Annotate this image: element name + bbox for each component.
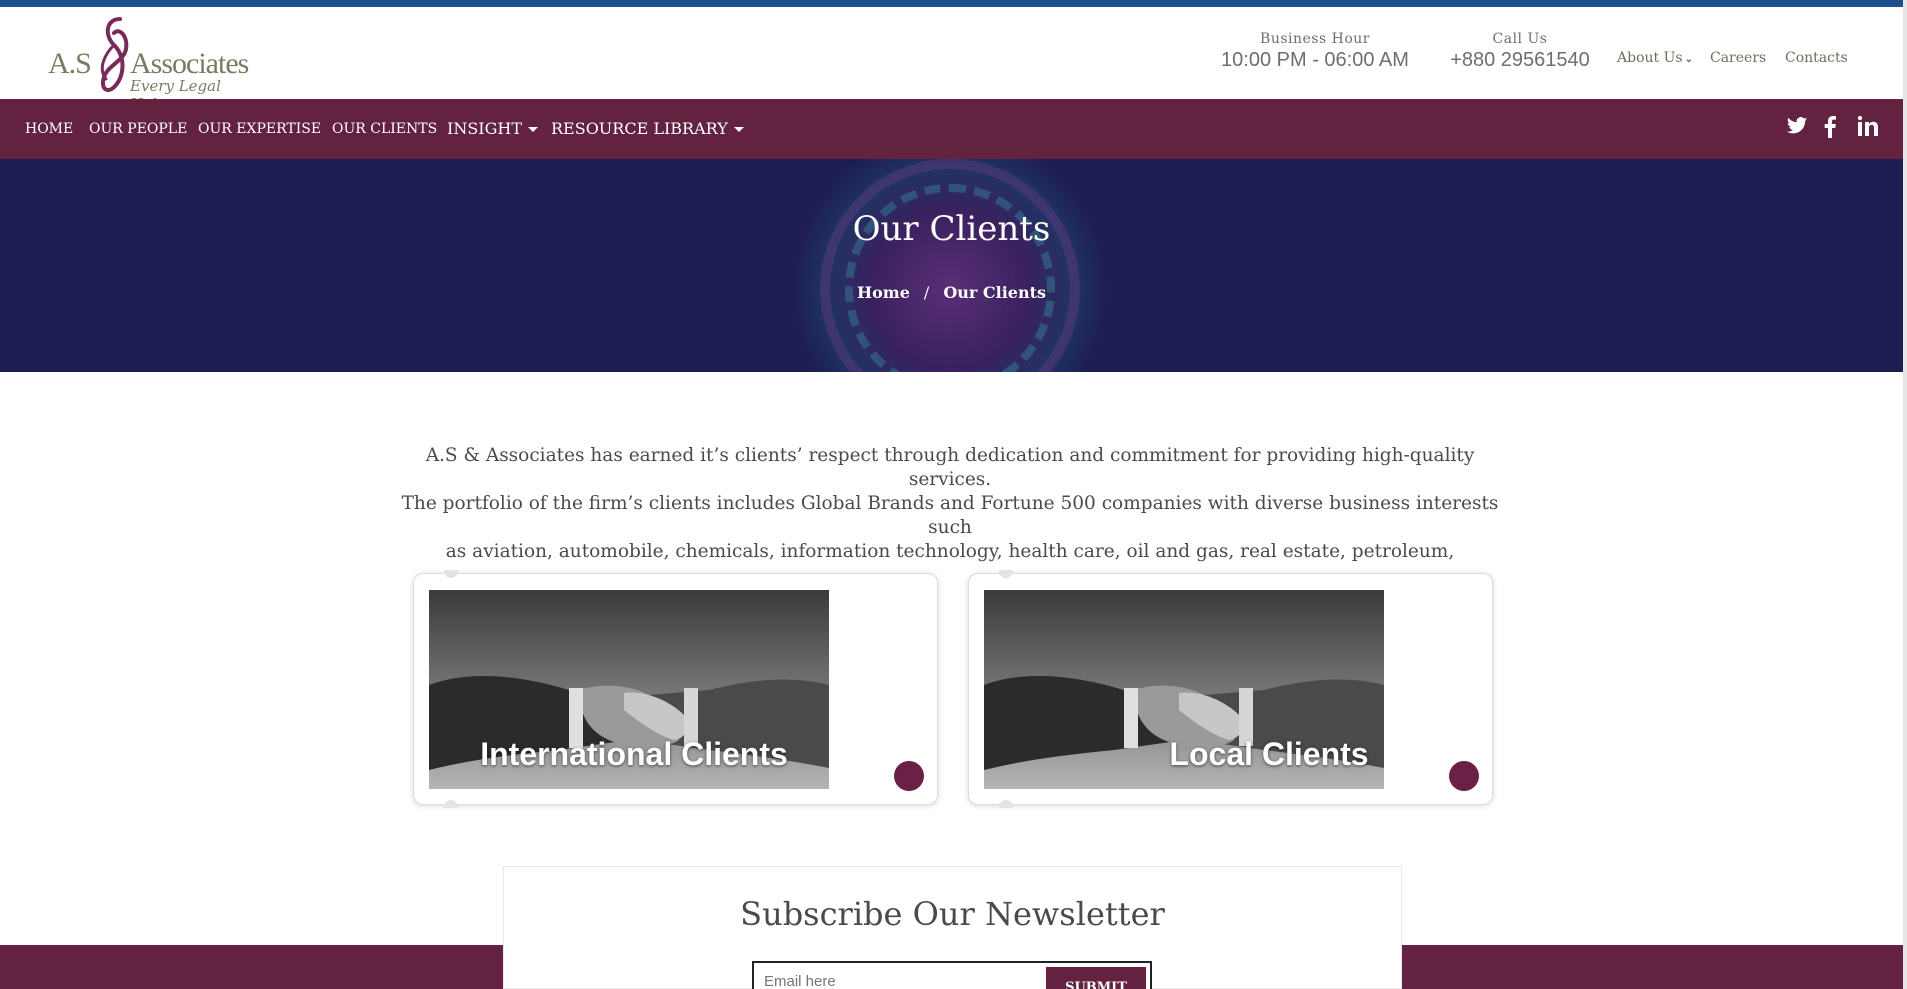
business-hour: Business Hour 10:00 PM - 06:00 AM <box>1215 31 1415 72</box>
contacts-link[interactable]: Contacts <box>1785 50 1848 66</box>
breadcrumb-separator: / <box>923 283 930 302</box>
card-arrow-button[interactable] <box>894 761 924 791</box>
client-card-international[interactable]: International Clients <box>413 570 938 808</box>
nav-resource-library-label: RESOURCE LIBRARY <box>551 119 728 138</box>
nav-item-our-people[interactable]: OUR PEOPLE <box>89 121 187 137</box>
business-hour-label: Business Hour <box>1260 31 1370 47</box>
intro-line: The portfolio of the firm’s clients incl… <box>401 493 1499 538</box>
chevron-down-icon: ⌄ <box>1684 54 1693 65</box>
top-accent-bar <box>0 0 1907 7</box>
ampersand-logo-icon <box>100 17 129 93</box>
site-logo[interactable]: A.S Associates Every Legal Help <box>48 13 258 113</box>
business-hour-value: 10:00 PM - 06:00 AM <box>1221 49 1409 71</box>
logo-text-left: A.S <box>48 47 92 80</box>
nav-item-our-expertise[interactable]: OUR EXPERTISE <box>198 121 321 137</box>
card-arrow-button[interactable] <box>1449 761 1479 791</box>
intro-line: A.S & Associates has earned it’s clients… <box>425 445 1475 490</box>
card-title: International Clients <box>480 736 788 772</box>
intro-line: as aviation, automobile, chemicals, info… <box>445 541 1455 562</box>
page-scrollbar[interactable] <box>1903 0 1907 989</box>
careers-link[interactable]: Careers <box>1710 50 1766 66</box>
logo-text-right: Associates <box>130 47 249 80</box>
linkedin-icon[interactable] <box>1857 115 1878 142</box>
call-us: Call Us +880 29561540 <box>1445 31 1595 72</box>
page-title: Our Clients <box>852 209 1051 249</box>
nav-item-our-clients[interactable]: OUR CLIENTS <box>332 121 437 137</box>
card-notch <box>444 570 458 578</box>
intro-paragraph: A.S & Associates has earned it’s clients… <box>400 444 1500 564</box>
newsletter-form: SUBMIT <box>752 961 1152 989</box>
newsletter-title: Subscribe Our Newsletter <box>740 895 1165 933</box>
newsletter-submit-button[interactable]: SUBMIT <box>1046 967 1146 989</box>
twitter-icon[interactable] <box>1786 116 1808 142</box>
page-hero: Our Clients Home / Our Clients <box>0 159 1903 372</box>
card-notch <box>999 800 1013 808</box>
nav-item-insight[interactable]: INSIGHT <box>447 119 539 138</box>
site-header: A.S Associates Every Legal Help Business… <box>0 7 1903 113</box>
card-title: Local Clients <box>1169 736 1369 772</box>
caret-down-icon <box>733 127 744 132</box>
card-notch <box>444 800 458 808</box>
breadcrumb-current: Our Clients <box>943 283 1046 302</box>
breadcrumb-home[interactable]: Home <box>857 283 910 302</box>
about-us-label: About Us <box>1617 50 1683 66</box>
caret-down-icon <box>528 127 539 132</box>
main-nav: HOME OUR PEOPLE OUR EXPERTISE OUR CLIENT… <box>0 99 1903 159</box>
newsletter-box: Subscribe Our Newsletter SUBMIT <box>503 866 1402 989</box>
newsletter-email-input[interactable] <box>764 973 1034 989</box>
facebook-icon[interactable] <box>1824 116 1836 144</box>
breadcrumb: Home / Our Clients <box>0 283 1903 302</box>
client-card-local[interactable]: Local Clients <box>968 570 1493 808</box>
nav-insight-label: INSIGHT <box>447 119 523 138</box>
nav-item-resource-library[interactable]: RESOURCE LIBRARY <box>551 119 744 138</box>
call-us-phone[interactable]: +880 29561540 <box>1445 49 1595 72</box>
nav-item-home[interactable]: HOME <box>25 121 73 137</box>
call-us-label: Call Us <box>1492 31 1548 47</box>
about-us-dropdown[interactable]: About Us ⌄ <box>1617 50 1693 66</box>
card-notch <box>999 570 1013 578</box>
